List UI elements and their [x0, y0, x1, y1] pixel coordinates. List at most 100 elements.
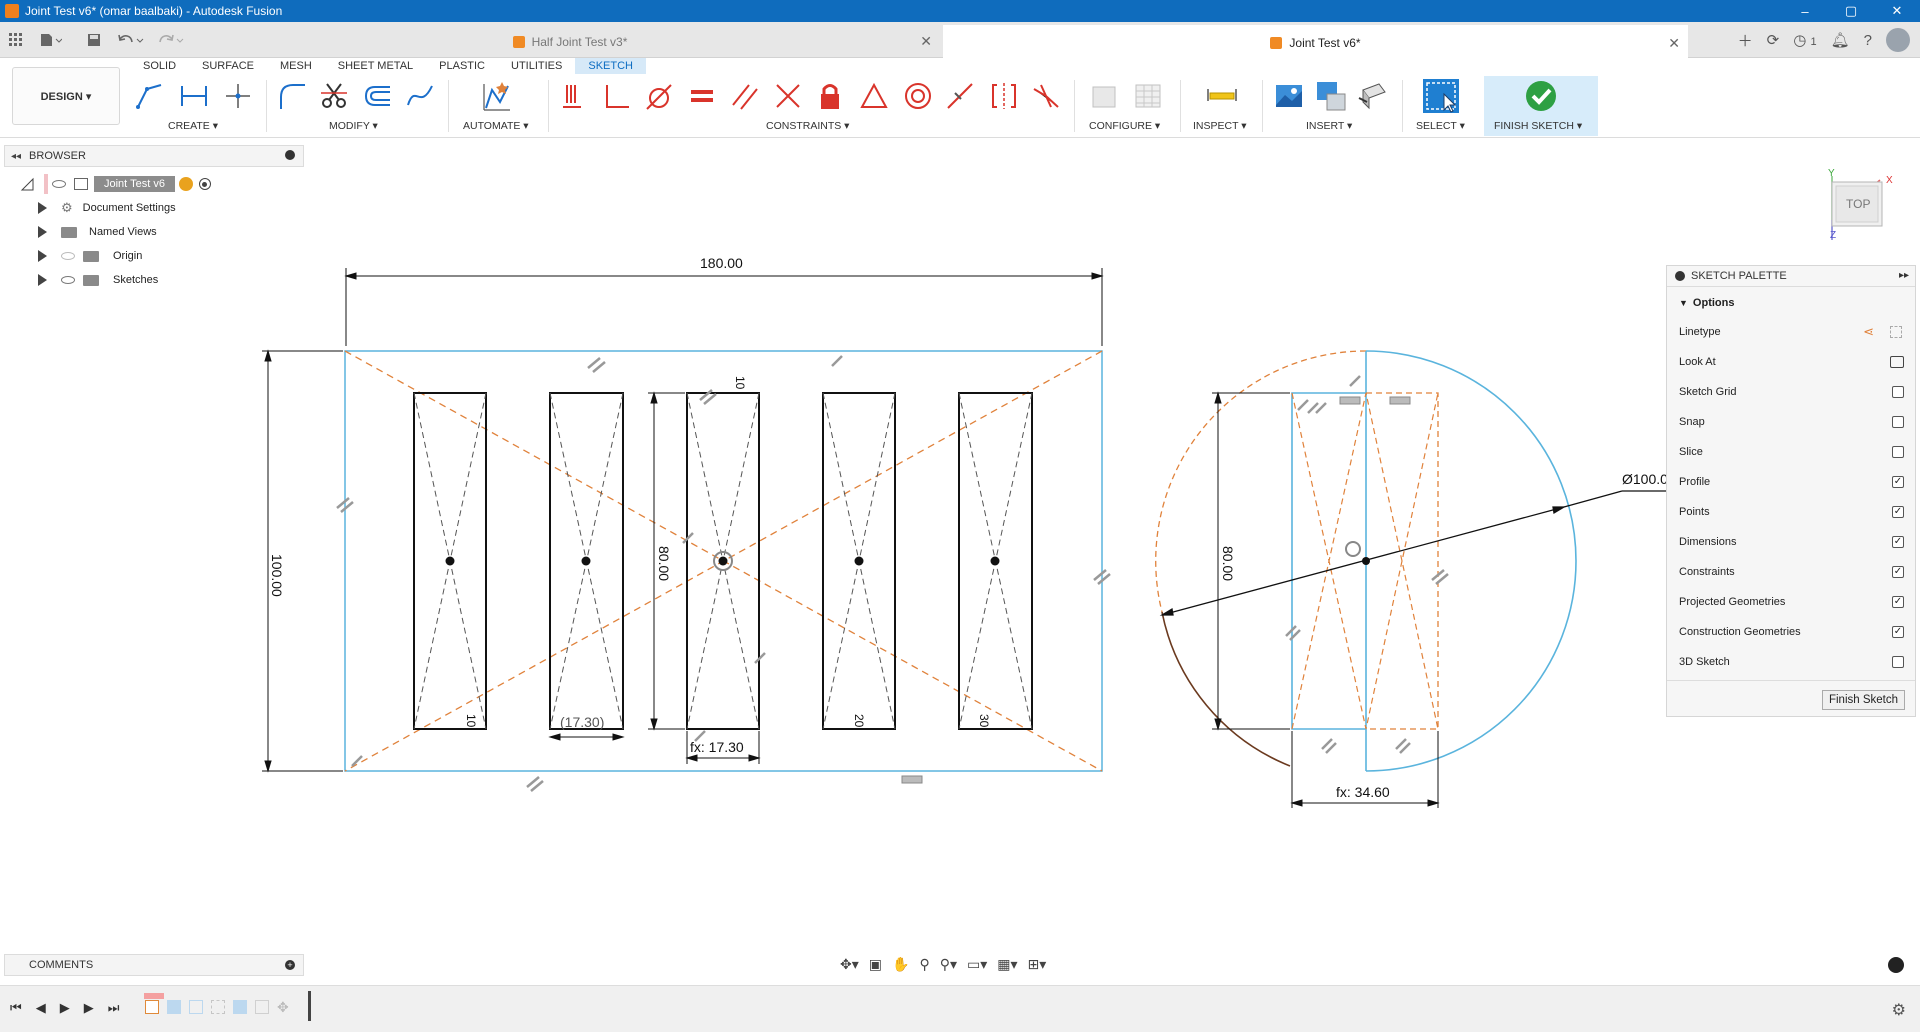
browser-item-named-views[interactable]: Named Views [38, 222, 157, 242]
insert-menu[interactable]: INSERT ▾ [1306, 120, 1352, 132]
expand-palette-icon[interactable]: ▸▸ [1899, 270, 1909, 281]
doc-tab-half-joint-test[interactable]: Half Joint Test v3* ✕ [200, 25, 940, 58]
redo-icon[interactable] [156, 22, 186, 58]
notifications-bell-icon[interactable]: 🔔︎ [1831, 31, 1850, 49]
timeline-extrude-feature-icon[interactable] [233, 1000, 247, 1014]
profile-checkbox[interactable]: ✓ [1892, 476, 1904, 488]
select-menu[interactable]: SELECT ▾ [1416, 120, 1465, 132]
circle-arc-selected[interactable] [1161, 611, 1291, 767]
doc-tab-close-icon[interactable]: ✕ [920, 33, 932, 50]
timeline-extrude-feature-icon[interactable] [167, 1000, 181, 1014]
palette-options-section[interactable]: ▼ Options [1679, 294, 1904, 312]
option-constraints[interactable]: Constraints ✓ [1679, 563, 1904, 581]
grid-settings-icon[interactable]: ▦▾ [997, 956, 1017, 973]
spline-tool-icon[interactable] [404, 80, 436, 112]
option-snap[interactable]: Snap [1679, 413, 1904, 431]
construction-diagonal[interactable] [344, 350, 1103, 772]
lock-constraint-icon[interactable] [814, 80, 846, 112]
parallel-constraint-icon[interactable] [728, 80, 760, 112]
tab-surface[interactable]: SURFACE [189, 58, 267, 74]
timeline-sketch-feature-icon[interactable] [189, 1000, 203, 1014]
tab-plastic[interactable]: PLASTIC [426, 58, 498, 74]
new-tab-plus-icon[interactable]: ＋ [1738, 30, 1753, 51]
job-status-icon[interactable]: ◷ 1 [1793, 31, 1816, 49]
construction-geometries-checkbox[interactable]: ✓ [1892, 626, 1904, 638]
dimension-small-a[interactable]: 10 [464, 714, 478, 728]
centerline-linetype-icon[interactable] [1890, 326, 1902, 338]
dimension-small-b[interactable]: 10 [733, 376, 747, 390]
tab-sheet-metal[interactable]: SHEET METAL [325, 58, 426, 74]
maximize-button[interactable]: ▢ [1828, 0, 1874, 22]
curvature-constraint-icon[interactable] [1030, 80, 1062, 112]
circle-arc-solid[interactable] [1365, 350, 1577, 772]
inner-rectangle[interactable] [1291, 392, 1439, 730]
browser-root[interactable]: Joint Test v6 [20, 174, 211, 194]
display-settings-icon[interactable]: ▭▾ [967, 956, 987, 973]
help-icon[interactable]: ? [1864, 32, 1872, 49]
timeline-move-feature-icon[interactable]: ✥ [277, 1000, 291, 1014]
marking-menu-icon[interactable] [1888, 957, 1904, 973]
finish-sketch-menu[interactable]: FINISH SKETCH ▾ [1494, 120, 1582, 132]
tab-utilities[interactable]: UTILITIES [498, 58, 575, 74]
timeline-sketch-feature-icon[interactable] [211, 1000, 225, 1014]
concentric-constraint-icon[interactable] [902, 80, 934, 112]
activate-radio-icon[interactable] [198, 178, 211, 190]
hidden-eye-icon[interactable] [61, 252, 75, 260]
equal-constraint-icon[interactable] [686, 80, 718, 112]
dimension-diameter-label[interactable]: Ø100.0 [1622, 471, 1668, 487]
timeline-settings-gear-icon[interactable]: ⚙ [1892, 1000, 1906, 1020]
save-icon[interactable] [84, 22, 104, 58]
insert-decal-icon[interactable] [1315, 80, 1347, 112]
automate-dimension-icon[interactable] [480, 80, 512, 112]
3d-sketch-checkbox[interactable] [1892, 656, 1904, 668]
look-at-icon[interactable] [1890, 356, 1904, 368]
select-tool-icon[interactable] [1422, 78, 1460, 114]
orbit-icon[interactable]: ✥▾ [840, 956, 859, 973]
constraints-menu[interactable]: CONSTRAINTS ▾ [766, 120, 849, 132]
add-comment-icon[interactable]: + [285, 960, 295, 970]
configure-menu[interactable]: CONFIGURE ▾ [1089, 120, 1160, 132]
construction-diagonal[interactable] [344, 350, 1103, 772]
workspace-switcher[interactable]: DESIGN ▾ [12, 67, 120, 125]
tab-mesh[interactable]: MESH [267, 58, 325, 74]
coincident-constraint-icon[interactable] [600, 80, 632, 112]
fillet-tool-icon[interactable] [276, 80, 308, 112]
browser-item-document-settings[interactable]: ⚙ Document Settings [38, 198, 176, 218]
extensions-icon[interactable]: ⟳ [1767, 31, 1780, 49]
circle-arc-construction[interactable] [1155, 350, 1367, 613]
close-button[interactable]: ✕ [1874, 0, 1920, 22]
option-3d-sketch[interactable]: 3D Sketch [1679, 653, 1904, 671]
trim-scissors-icon[interactable] [318, 80, 350, 112]
visibility-eye-icon[interactable] [61, 276, 75, 284]
browser-item-origin[interactable]: Origin [38, 246, 142, 266]
collapsed-triangle-icon[interactable] [38, 274, 47, 286]
rectangle-tool-icon[interactable] [178, 80, 210, 112]
midpoint-constraint-icon[interactable] [944, 80, 976, 112]
dimension-small-d[interactable]: 30 [977, 714, 991, 728]
timeline-next-icon[interactable]: ▶ [84, 1000, 94, 1016]
inspect-menu[interactable]: INSPECT ▾ [1193, 120, 1247, 132]
perpendicular-constraint-icon[interactable] [772, 80, 804, 112]
slot-rectangles[interactable] [413, 392, 1033, 730]
tangent-constraint-icon[interactable] [642, 80, 674, 112]
collapsed-triangle-icon[interactable] [38, 202, 47, 214]
modify-menu[interactable]: MODIFY ▾ [329, 120, 378, 132]
configure-grid-icon[interactable] [1132, 80, 1164, 112]
fit-zoom-icon[interactable]: ⚲▾ [940, 956, 957, 973]
look-at-nav-icon[interactable]: ▣ [869, 956, 882, 973]
view-cube[interactable]: Y X Z TOP [1820, 168, 1910, 248]
construction-linetype-icon[interactable]: ⋖ [1863, 324, 1874, 340]
configure-table-icon[interactable] [1088, 80, 1120, 112]
dimension-width-label[interactable]: 180.00 [700, 255, 743, 271]
timeline-play-icon[interactable]: ▶ [60, 1000, 70, 1016]
collapsed-triangle-icon[interactable] [38, 250, 47, 262]
user-avatar[interactable] [1886, 28, 1910, 52]
timeline-first-icon[interactable]: ⏮ [10, 1000, 22, 1016]
collapsed-triangle-icon[interactable] [38, 226, 47, 238]
pan-hand-icon[interactable]: ✋ [892, 956, 909, 973]
measure-ruler-icon[interactable] [1206, 80, 1238, 112]
grid-menu-icon[interactable] [6, 22, 26, 58]
create-menu[interactable]: CREATE ▾ [168, 120, 218, 132]
fix-constraint-icon[interactable] [558, 80, 590, 112]
browser-item-sketches[interactable]: Sketches [38, 270, 158, 290]
